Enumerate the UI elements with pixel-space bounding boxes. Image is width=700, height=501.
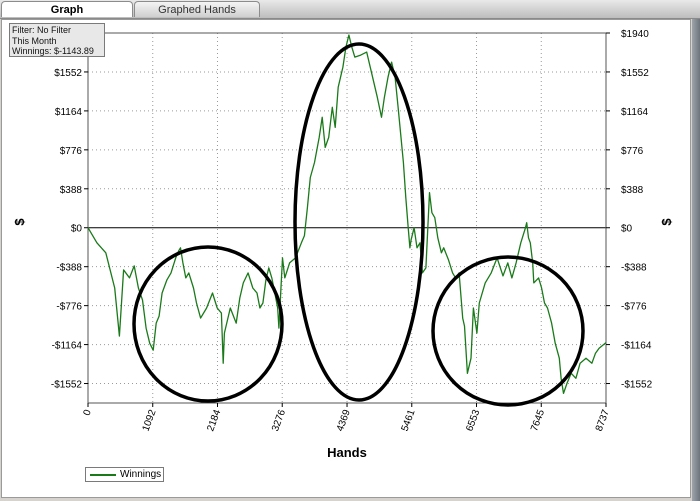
y-tick-label-right: $776 bbox=[621, 146, 644, 157]
legend-swatch bbox=[90, 474, 116, 476]
y-tick-label-right: $1552 bbox=[621, 68, 649, 79]
y-tick-label-left: -$776 bbox=[56, 302, 82, 313]
grid-lines bbox=[88, 33, 606, 403]
y-tick-label-left: $1164 bbox=[55, 107, 83, 118]
y-tick-label-right: -$388 bbox=[621, 263, 647, 274]
legend-label: Winnings bbox=[120, 469, 162, 480]
chart-legend: Winnings bbox=[85, 467, 164, 482]
y-axis-right: $1940 $1552 $1164 $776 $388 $0 -$388 -$776 -$116… bbox=[606, 29, 653, 391]
y-tick-label-left: $0 bbox=[71, 224, 83, 235]
filter-label: Filter: No Filter bbox=[12, 25, 72, 35]
winnings-chart: $1552 $1164 $776 $388 $0 -$388 -$776 -$1164 -$15… bbox=[12, 29, 674, 460]
y-axis-left: $1552 $1164 $776 $388 $0 -$388 -$776 -$1164 -$15… bbox=[51, 68, 88, 391]
x-tick-label: 5461 bbox=[400, 408, 418, 433]
x-tick-label: 6553 bbox=[464, 408, 482, 433]
y-axis-label-right: $ bbox=[659, 218, 674, 226]
y-tick-label-left: -$388 bbox=[56, 263, 82, 274]
x-tick-label: 1092 bbox=[141, 408, 159, 433]
y-tick-label-right: -$776 bbox=[621, 302, 647, 313]
annotation-oval-right bbox=[431, 255, 585, 407]
x-tick-label: 3276 bbox=[270, 408, 288, 433]
y-tick-label-left: $1552 bbox=[54, 68, 82, 79]
annotation-ovals bbox=[132, 42, 585, 407]
winnings-total: Winnings: $-1143.89 bbox=[12, 46, 94, 56]
y-tick-label-left: -$1552 bbox=[51, 380, 83, 391]
y-tick-label-right: $1940 bbox=[621, 29, 649, 40]
y-tick-label-left: $388 bbox=[60, 185, 83, 196]
x-axis-label: Hands bbox=[327, 445, 367, 460]
filter-info-box: Filter: No Filter This Month Winnings: $… bbox=[9, 23, 105, 57]
annotation-oval-center bbox=[293, 42, 425, 402]
period-label: This Month bbox=[12, 35, 57, 46]
x-tick-label: 4369 bbox=[335, 408, 353, 433]
y-tick-label-left: $776 bbox=[60, 146, 83, 157]
y-tick-label-right: -$1164 bbox=[621, 341, 652, 352]
x-tick-label: 8737 bbox=[594, 408, 612, 433]
y-axis-label-left: $ bbox=[12, 218, 27, 226]
y-tick-label-right: -$1552 bbox=[621, 380, 653, 391]
y-tick-label-right: $1164 bbox=[621, 107, 649, 118]
x-axis: 0 1092 2184 3276 4369 5461 6553 7645 8737 bbox=[82, 403, 612, 433]
x-tick-label: 7645 bbox=[529, 408, 547, 433]
x-tick-label: 0 bbox=[82, 408, 94, 417]
y-tick-label-right: $388 bbox=[621, 185, 644, 196]
y-tick-label-left: -$1164 bbox=[52, 341, 83, 352]
y-tick-label-right: $0 bbox=[621, 224, 633, 235]
x-tick-label: 2184 bbox=[205, 408, 223, 433]
winnings-line bbox=[87, 34, 607, 395]
